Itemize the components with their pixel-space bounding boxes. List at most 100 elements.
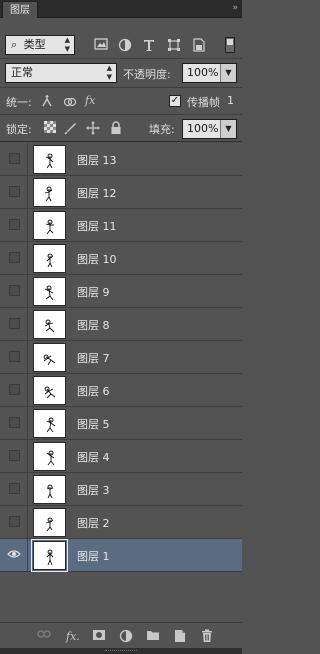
propagate-frame-label: 传播帧 xyxy=(187,96,220,109)
layer-name: 图层 3 xyxy=(77,484,110,497)
link-layers-icon[interactable] xyxy=(37,629,51,643)
layer-name: 图层 11 xyxy=(77,220,117,233)
smart-object-filter-icon[interactable] xyxy=(191,38,207,52)
layer-row[interactable]: 图层 11 xyxy=(0,209,242,242)
visibility-toggle[interactable] xyxy=(0,407,28,440)
layer-thumbnail xyxy=(33,145,66,174)
image-filter-icon[interactable] xyxy=(93,38,109,52)
unify-label: 统一: xyxy=(6,96,32,109)
hidden-visibility-box xyxy=(9,417,20,428)
hidden-visibility-box xyxy=(9,384,20,395)
layer-row[interactable]: 图层 2 xyxy=(0,506,242,539)
search-icon: ⌕ xyxy=(11,38,18,51)
visibility-toggle[interactable] xyxy=(0,440,28,473)
visibility-toggle[interactable] xyxy=(0,473,28,506)
visibility-toggle[interactable] xyxy=(0,506,28,539)
layer-name: 图层 13 xyxy=(77,154,117,167)
hidden-visibility-box xyxy=(9,153,20,164)
chevron-updown-icon: ▲ ▼ xyxy=(106,64,112,81)
layer-thumbnail xyxy=(33,211,66,240)
layer-thumbnail xyxy=(33,310,66,339)
divider xyxy=(0,87,242,88)
eye-icon xyxy=(7,549,21,561)
layer-thumbnail xyxy=(33,376,66,405)
layer-row[interactable]: 图层 13 xyxy=(0,143,242,176)
adjustment-filter-icon[interactable] xyxy=(117,38,133,52)
propagate-frame-checkbox[interactable]: ✓ xyxy=(169,95,181,107)
layer-thumbnail xyxy=(33,409,66,438)
visibility-toggle[interactable] xyxy=(0,176,28,209)
layer-row[interactable]: 图层 4 xyxy=(0,440,242,473)
hidden-visibility-box xyxy=(9,450,20,461)
visibility-toggle[interactable] xyxy=(0,374,28,407)
unify-visibility-icon[interactable] xyxy=(62,94,77,108)
layer-row[interactable]: 图层 7 xyxy=(0,341,242,374)
visibility-toggle[interactable] xyxy=(0,539,28,572)
svg-text:fx: fx xyxy=(84,94,96,107)
shape-filter-icon[interactable] xyxy=(166,38,182,52)
opacity-value: 100% xyxy=(187,66,219,79)
divider xyxy=(0,114,242,115)
layer-row[interactable]: 图层 5 xyxy=(0,407,242,440)
lock-transparent-pixels-icon[interactable] xyxy=(43,121,57,135)
layer-thumbnail xyxy=(31,539,68,572)
lock-position-icon[interactable] xyxy=(86,121,100,135)
chevron-updown-icon: ▲ ▼ xyxy=(64,36,70,53)
chevron-down-icon[interactable]: ▼ xyxy=(220,64,236,82)
layer-thumbnail xyxy=(33,244,66,273)
unify-position-icon[interactable] xyxy=(40,94,54,108)
lock-image-pixels-icon[interactable] xyxy=(64,121,78,135)
propagate-frame-number: 1 xyxy=(227,94,234,107)
layer-row[interactable]: 图层 3 xyxy=(0,473,242,506)
visibility-toggle[interactable] xyxy=(0,143,28,176)
layer-row[interactable]: 图层 10 xyxy=(0,242,242,275)
hidden-visibility-box xyxy=(9,483,20,494)
layer-thumbnail xyxy=(33,178,66,207)
visibility-toggle[interactable] xyxy=(0,242,28,275)
hidden-visibility-box xyxy=(9,186,20,197)
layer-row[interactable]: 图层 9 xyxy=(0,275,242,308)
layer-row[interactable]: 图层 12 xyxy=(0,176,242,209)
chevron-down-icon[interactable]: ▼ xyxy=(220,120,236,138)
layer-name: 图层 7 xyxy=(77,352,110,365)
blend-mode-value: 正常 xyxy=(11,66,33,79)
layer-thumbnail xyxy=(33,475,66,504)
opacity-field[interactable]: 100% ▼ xyxy=(182,63,237,83)
layer-name: 图层 2 xyxy=(77,517,110,530)
hidden-visibility-box xyxy=(9,516,20,527)
visibility-toggle[interactable] xyxy=(0,341,28,374)
layer-kind-filter[interactable]: ⌕ 类型 ▲ ▼ xyxy=(5,35,75,55)
hidden-visibility-box xyxy=(9,318,20,329)
visibility-toggle[interactable] xyxy=(0,308,28,341)
layer-name: 图层 8 xyxy=(77,319,110,332)
new-adjustment-icon[interactable] xyxy=(119,629,133,643)
tab-layers[interactable]: 图层 xyxy=(2,1,38,18)
layer-row[interactable]: 图层 1 xyxy=(0,539,242,572)
type-filter-icon[interactable] xyxy=(141,38,157,52)
add-mask-icon[interactable] xyxy=(92,629,106,643)
lock-all-icon[interactable] xyxy=(109,121,123,135)
collapse-panel-icon[interactable]: » xyxy=(232,3,237,13)
hidden-visibility-box xyxy=(9,219,20,230)
unify-style-icon[interactable]: fx xyxy=(84,93,102,107)
delete-layer-icon[interactable] xyxy=(200,629,214,643)
kind-filter-value: 类型 xyxy=(23,38,46,51)
layer-thumbnail xyxy=(33,343,66,372)
fx-icon[interactable]: fx. xyxy=(65,629,83,643)
visibility-toggle[interactable] xyxy=(0,275,28,308)
panel-resize-grip[interactable] xyxy=(0,648,242,654)
layer-name: 图层 10 xyxy=(77,253,117,266)
new-layer-icon[interactable] xyxy=(173,629,187,643)
fill-field[interactable]: 100% ▼ xyxy=(182,119,237,139)
layer-name: 图层 6 xyxy=(77,385,110,398)
layer-row[interactable]: 图层 8 xyxy=(0,308,242,341)
svg-text:fx.: fx. xyxy=(65,630,80,643)
layer-thumbnail xyxy=(33,442,66,471)
layers-bottom-toolbar: fx. xyxy=(0,622,242,648)
panel-tab-bar: 图层 » xyxy=(0,0,242,18)
filter-toggle-switch[interactable] xyxy=(225,37,235,53)
blend-mode-select[interactable]: 正常 ▲ ▼ xyxy=(5,63,117,83)
layer-row[interactable]: 图层 6 xyxy=(0,374,242,407)
visibility-toggle[interactable] xyxy=(0,209,28,242)
new-group-icon[interactable] xyxy=(146,629,160,643)
